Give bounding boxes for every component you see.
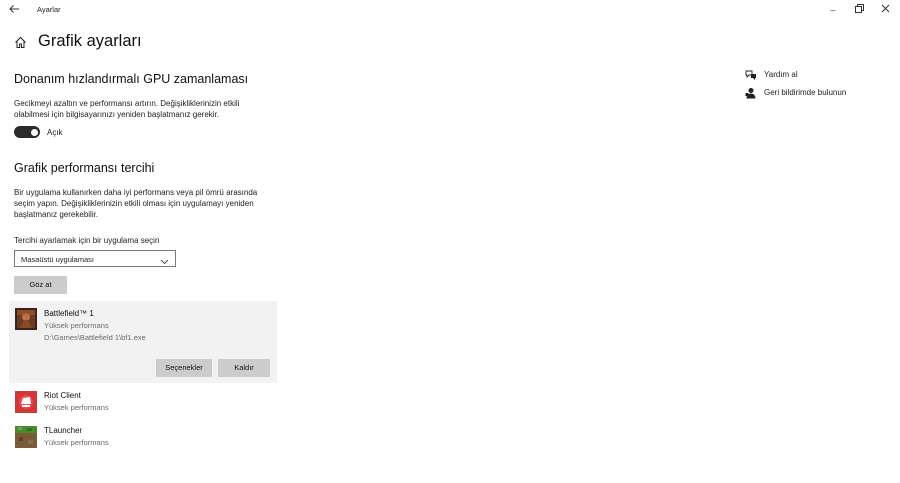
close-button[interactable] (877, 3, 893, 17)
feedback-link[interactable]: Geri bildirimde bulunun (764, 88, 846, 97)
toggle-state-label: Açık (47, 128, 63, 137)
app-path: D:\Games\Battlefield 1\bf1.exe (44, 333, 146, 342)
description-line: olabilmesi için bilgisayarınızı yeniden … (14, 110, 219, 119)
toggle-knob (30, 128, 38, 136)
description-line: Gecikmeyi azaltın ve performansı artırın… (14, 99, 240, 108)
dropdown-value: Masaüstü uygulaması (21, 255, 94, 264)
remove-button[interactable]: Kaldır (218, 359, 270, 377)
maximize-button[interactable] (851, 3, 867, 17)
description-line: başlatmanız gerekebilir. (14, 210, 99, 219)
restore-icon (854, 4, 864, 13)
gpu-scheduling-description: Gecikmeyi azaltın ve performansı artırın… (14, 98, 239, 120)
app-type-dropdown[interactable]: Masaüstü uygulaması (14, 250, 176, 267)
page-title: Grafik ayarları (38, 32, 142, 50)
chevron-down-icon (160, 253, 169, 265)
minimize-button[interactable]: – (825, 3, 841, 17)
home-icon[interactable] (14, 36, 28, 50)
window-title: Ayarlar (37, 5, 61, 14)
graphics-pref-heading: Grafik performansı tercihi (14, 161, 155, 175)
app-preference: Yüksek performans (44, 438, 109, 447)
select-app-label: Tercihi ayarlamak için bir uygulama seçi… (14, 236, 160, 245)
app-name: Battlefield™ 1 (44, 309, 94, 318)
app-preference: Yüksek performans (44, 321, 109, 330)
app-name: Riot Client (44, 391, 81, 400)
back-arrow-icon[interactable] (8, 3, 22, 17)
title-bar: Ayarlar – (0, 0, 900, 20)
browse-button[interactable]: Göz at (14, 276, 67, 294)
close-icon (881, 4, 889, 13)
feedback-icon (745, 86, 757, 99)
description-line: Bir uygulama kullanırken daha iyi perfor… (14, 188, 258, 197)
riot-client-icon (15, 391, 37, 413)
app-preference: Yüksek performans (44, 403, 109, 412)
gpu-scheduling-toggle[interactable] (14, 126, 40, 138)
gpu-scheduling-heading: Donanım hızlandırmalı GPU zamanlaması (14, 72, 249, 86)
graphics-pref-description: Bir uygulama kullanırken daha iyi perfor… (14, 187, 257, 220)
help-icon (745, 68, 757, 80)
description-line: seçim yapın. Değişikliklerinizin etkili … (14, 199, 254, 208)
help-link[interactable]: Yardım al (764, 70, 798, 79)
app-name: TLauncher (44, 426, 83, 435)
options-button[interactable]: Seçenekler (156, 359, 212, 377)
tlauncher-icon (15, 426, 37, 448)
battlefield-icon (15, 308, 37, 330)
